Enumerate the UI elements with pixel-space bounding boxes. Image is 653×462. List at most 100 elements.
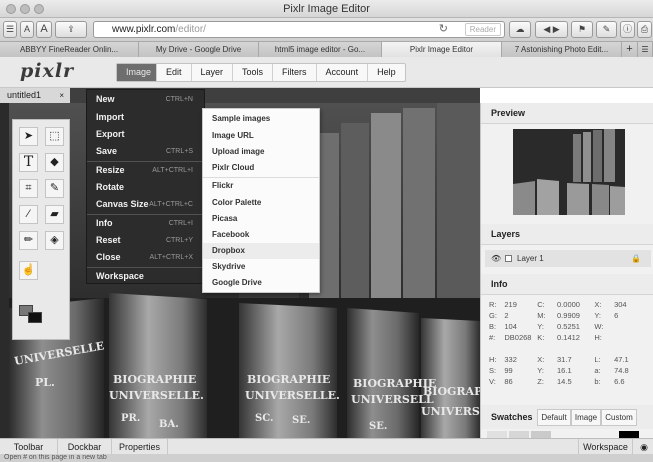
info-panel-title: Info (481, 274, 653, 295)
url-bar[interactable]: www.pixlr.com/editor/ ↻ Reader (93, 21, 505, 38)
submenu-image-url[interactable]: Image URL (203, 128, 319, 144)
submenu-upload-image[interactable]: Upload image (203, 144, 319, 160)
info-label: H: (594, 333, 602, 342)
swatch[interactable] (531, 431, 551, 438)
hand-tool-icon[interactable]: ☝ (19, 261, 38, 280)
paint-bucket-tool-icon[interactable]: ◆ (45, 153, 64, 172)
swatch[interactable] (487, 431, 507, 438)
marquee-tool-icon[interactable]: ⬚ (45, 127, 64, 146)
bottom-bar: Toolbar Dockbar Properties Workspace ◉ (0, 438, 653, 455)
swatch-row[interactable] (487, 431, 647, 438)
info-value: 2 (504, 311, 509, 320)
text-smaller-button[interactable]: A (20, 21, 34, 38)
submenu-google-drive[interactable]: Google Drive (203, 275, 319, 291)
info-label: #: (489, 333, 496, 342)
menu-item-new[interactable]: New CTRL+N (87, 91, 204, 108)
submenu-skydrive[interactable]: Skydrive (203, 259, 319, 275)
document-tab[interactable]: untitled1 × (0, 88, 70, 103)
zoom-window-button[interactable] (34, 4, 44, 14)
reader-button[interactable]: Reader (464, 23, 501, 36)
back-forward-button[interactable]: ◀ ▶ (535, 21, 568, 38)
info-label: a: (594, 366, 601, 375)
share-icon[interactable]: ⇪ (55, 21, 87, 38)
submenu-flickr[interactable]: Flickr (203, 178, 319, 194)
crop-tool-icon[interactable]: ⌗ (19, 179, 38, 198)
info-value: DB0268 (504, 333, 532, 342)
menu-tools[interactable]: Tools (233, 64, 274, 81)
submenu-pixlr-cloud[interactable]: Pixlr Cloud (203, 160, 319, 176)
toolbar-toggle[interactable]: Toolbar (0, 439, 58, 455)
info-value: 0.0000 (557, 300, 580, 309)
eraser-tool-icon[interactable]: ▰ (45, 205, 64, 224)
swatch[interactable] (509, 431, 529, 438)
help-circle-icon[interactable]: ◉ (635, 439, 653, 455)
tab-photo-edit[interactable]: 7 Astonishing Photo Edit... (502, 42, 622, 57)
close-window-button[interactable] (6, 4, 16, 14)
menu-layer[interactable]: Layer (192, 64, 234, 81)
cloud-icon[interactable]: ☁ (509, 21, 531, 38)
menu-item-export[interactable]: Export (87, 126, 204, 143)
eyedropper-tool-icon[interactable]: ⁄ (19, 205, 38, 224)
brush-tool-icon[interactable]: ✎ (45, 179, 64, 198)
info-label: X: (594, 300, 602, 309)
sponge-tool-icon[interactable]: ◈ (45, 231, 64, 250)
submenu-picasa[interactable]: Picasa (203, 211, 319, 227)
close-document-icon[interactable]: × (59, 88, 64, 103)
menu-filters[interactable]: Filters (273, 64, 317, 81)
tab-pixlr[interactable]: Pixlr Image Editor (382, 42, 502, 57)
text-larger-button[interactable]: A (36, 21, 52, 38)
background-color[interactable] (28, 312, 42, 323)
layer-checkbox[interactable] (505, 255, 512, 262)
menu-item-workspace[interactable]: Workspace (87, 268, 204, 285)
submenu-dropbox[interactable]: Dropbox (203, 243, 319, 259)
print-icon[interactable]: ⎙ (637, 21, 652, 38)
menu-item-save[interactable]: Save CTRL+S (87, 143, 204, 160)
swatch-tab-custom[interactable]: Custom (601, 409, 637, 426)
menu-item-resize[interactable]: Resize ALT+CTRL+I (87, 162, 204, 179)
menu-account[interactable]: Account (317, 64, 369, 81)
menu-item-close[interactable]: Close ALT+CTRL+X (87, 249, 204, 266)
swatch-tab-image[interactable]: Image (571, 409, 601, 426)
submenu-facebook[interactable]: Facebook (203, 227, 319, 243)
menu-edit[interactable]: Edit (157, 64, 192, 81)
swatch[interactable] (619, 431, 639, 438)
visibility-eye-icon[interactable]: 👁 (491, 250, 501, 267)
menu-item-reset[interactable]: Reset CTRL+Y (87, 232, 204, 249)
info-value: 14.5 (557, 377, 572, 386)
pencil-tool-icon[interactable]: ✏ (19, 231, 38, 250)
browser-window: Pixlr Image Editor ☰ A A ⇪ www.pixlr.com… (0, 0, 653, 462)
sidebar-toggle-icon[interactable]: ☰ (3, 21, 17, 38)
menu-help[interactable]: Help (368, 64, 405, 81)
move-tool-icon[interactable]: ➤ (19, 127, 38, 146)
reload-icon[interactable]: ↻ (439, 22, 448, 37)
bookmark-icon[interactable]: ⚑ (571, 21, 593, 38)
layer-row[interactable]: 👁 Layer 1 🔒 (485, 250, 651, 267)
submenu-sample-images[interactable]: Sample images (203, 111, 319, 127)
text-tool-icon[interactable]: T (19, 153, 38, 172)
menu-item-rotate[interactable]: Rotate (87, 179, 204, 196)
info-label: Y: (537, 322, 544, 331)
tab-google-drive[interactable]: My Drive - Google Drive (139, 42, 259, 57)
book-spine-3 (239, 303, 337, 438)
menu-item-import[interactable]: Import (87, 109, 204, 126)
new-tab-icon[interactable]: + (622, 42, 638, 57)
properties-toggle[interactable]: Properties (112, 439, 168, 455)
minimize-window-button[interactable] (20, 4, 30, 14)
workspace-toggle[interactable]: Workspace (578, 439, 633, 455)
swatch-tab-default[interactable]: Default (537, 409, 571, 426)
info-icon[interactable]: ⓘ (620, 21, 635, 38)
submenu-color-palette[interactable]: Color Palette (203, 195, 319, 211)
preview-panel-title: Preview (481, 103, 653, 124)
tab-html5-editor[interactable]: html5 image editor - Go... (259, 42, 382, 57)
tab-overflow-icon[interactable]: ☰ (638, 42, 653, 57)
spine-label: BA. (159, 419, 179, 430)
tab-abbyy[interactable]: ABBYY FineReader Onlin... (0, 42, 139, 57)
preview-panel[interactable] (481, 124, 653, 224)
color-swatch-icon[interactable] (19, 305, 45, 325)
menu-image[interactable]: Image (117, 64, 157, 81)
left-strip (0, 103, 9, 438)
menu-item-canvas-size[interactable]: Canvas Size ALT+CTRL+C (87, 196, 204, 213)
dockbar-toggle[interactable]: Dockbar (58, 439, 112, 455)
menu-item-info[interactable]: Info CTRL+I (87, 215, 204, 232)
extension-icon[interactable]: ✎ (596, 21, 617, 38)
